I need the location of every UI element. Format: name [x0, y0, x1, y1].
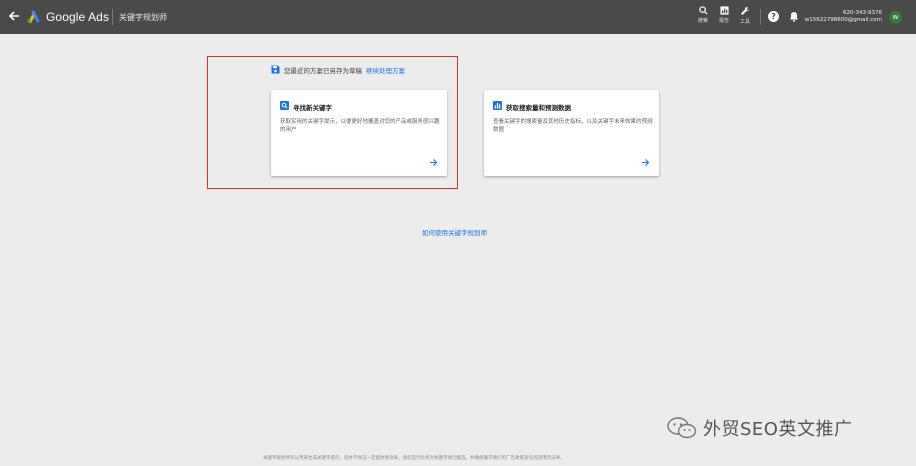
toolbar-separator — [760, 9, 761, 25]
search-box-icon — [280, 101, 289, 110]
search-volume-title: 获取搜索量和预测数据 — [506, 104, 571, 112]
header-divider — [112, 9, 113, 25]
google-ads-logo[interactable] — [26, 10, 41, 23]
reports-icon — [719, 6, 729, 15]
svg-text:?: ? — [771, 12, 776, 21]
bell-icon[interactable] — [789, 11, 799, 22]
watermark-text: 外贸SEO英文推广 — [703, 419, 853, 440]
app-title[interactable]: Google Ads — [46, 10, 109, 24]
top-bar: Google Ads 关键字规划师 搜索 报告 工具 ? 620-343-937… — [0, 0, 916, 34]
avatar[interactable]: w — [889, 11, 902, 24]
tools-label: 工具 — [739, 19, 750, 25]
arrow-right-icon[interactable] — [429, 158, 438, 167]
search-volume-description: 查看关键字的搜索量及其他历史指标，以及关键字未来效果的预测数据 — [493, 119, 653, 133]
arrow-right-icon[interactable] — [641, 158, 650, 167]
reports-tool-button[interactable]: 报告 — [713, 6, 735, 32]
find-keywords-description: 获取实用的关键字提示，以便更好地覆盖对您的产品或服务感兴趣的用户 — [280, 119, 440, 133]
account-id: 620-343-9376 — [843, 10, 882, 16]
wechat-icon — [667, 417, 697, 439]
bar-chart-icon — [493, 101, 502, 110]
tools-button[interactable]: 工具 — [734, 6, 756, 32]
search-icon — [698, 6, 708, 15]
find-keywords-card[interactable]: 寻找新关键字 获取实用的关键字提示，以便更好地覆盖对您的产品或服务感兴趣的用户 — [271, 90, 447, 176]
reports-tool-label: 报告 — [718, 18, 729, 24]
watermark: 外贸SEO英文推广 — [667, 412, 897, 442]
wrench-icon — [741, 6, 750, 15]
arrow-left-icon[interactable] — [7, 9, 21, 23]
help-circle-icon[interactable]: ? — [768, 11, 779, 22]
search-tool-label: 搜索 — [697, 18, 708, 24]
page-name: 关键字规划师 — [119, 13, 167, 22]
account-email: w15622798600@gmail.com — [804, 17, 882, 23]
footer-note: 关键字规划师可以用来生成关键字提示，但并不保证一定能改善效果。请您自行负责对关键… — [263, 456, 565, 461]
find-keywords-title: 寻找新关键字 — [293, 104, 332, 112]
search-volume-card[interactable]: 获取搜索量和预测数据 查看关键字的搜索量及其他历史指标，以及关键字未来效果的预测… — [484, 90, 659, 176]
account-info[interactable]: 620-343-9376 w15622798600@gmail.com — [804, 10, 882, 24]
how-to-use-link[interactable]: 如何使用关键字规划师 — [422, 227, 487, 237]
search-tool-button[interactable]: 搜索 — [692, 6, 714, 32]
